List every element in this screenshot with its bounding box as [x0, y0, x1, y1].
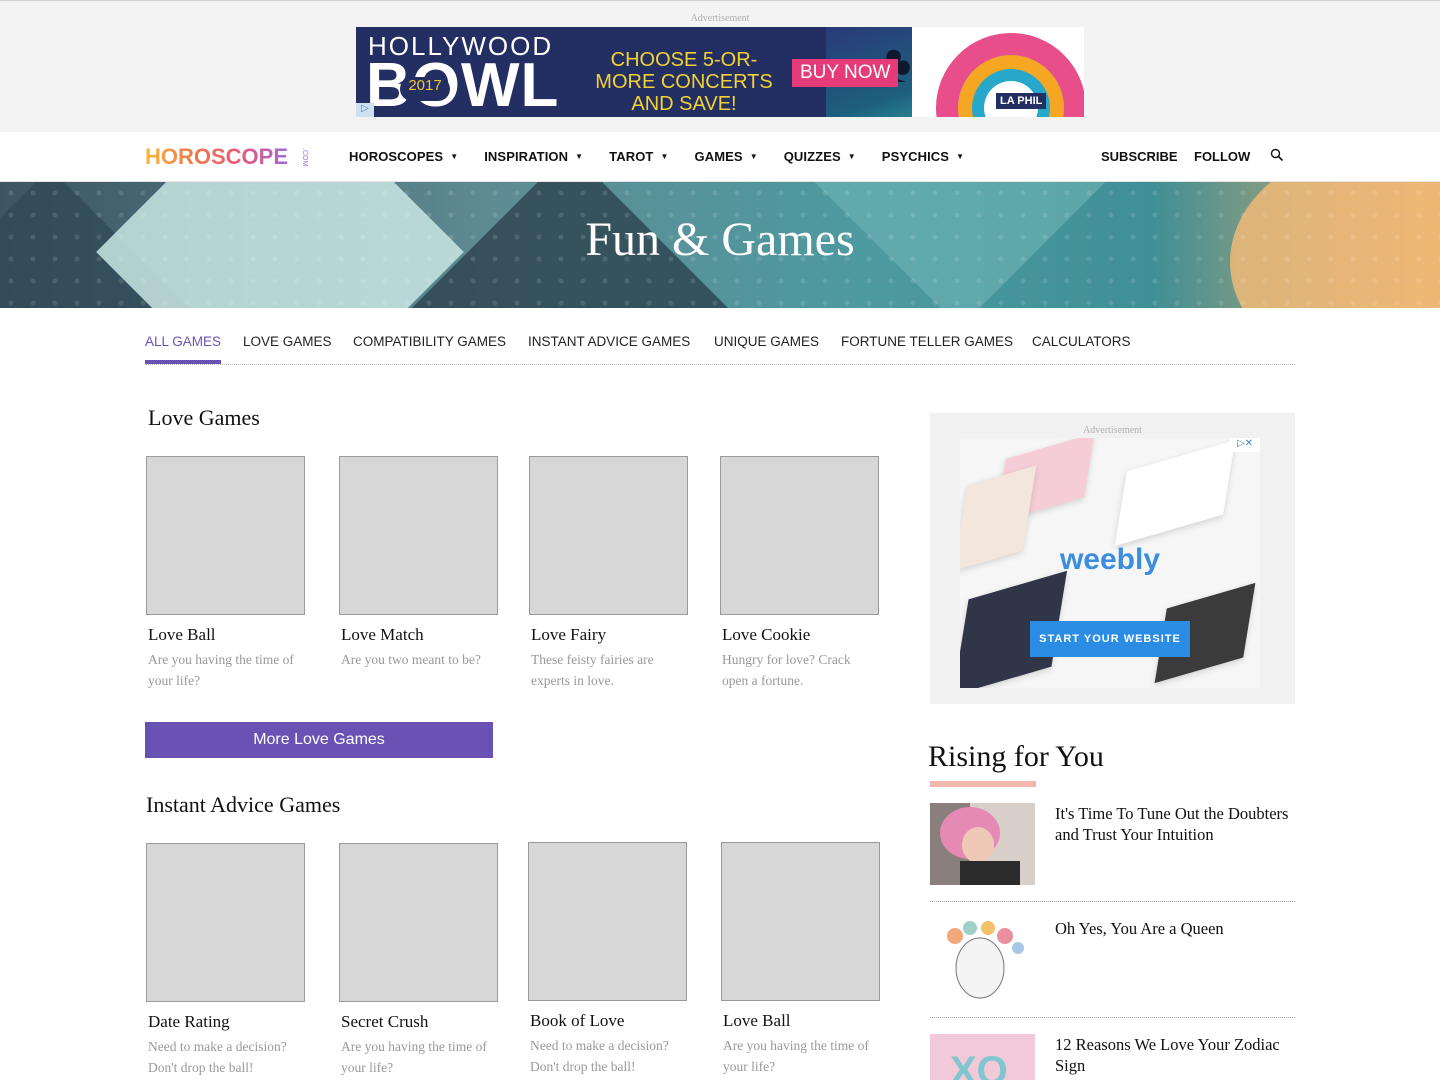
banner-line2: BOWL — [366, 51, 560, 117]
game-description: Are you having the time of your life? — [341, 1039, 487, 1075]
site-logo[interactable]: HOROSCOPE — [145, 144, 288, 170]
game-card-love-ball-2[interactable]: Love Ball Are you having the time of you… — [721, 842, 883, 1077]
caret-down-icon: ▼ — [749, 152, 758, 161]
nav-item-horoscopes[interactable]: HOROSCOPES ▼ — [349, 149, 458, 164]
more-love-games-button[interactable]: More Love Games — [145, 722, 493, 758]
game-thumbnail[interactable] — [339, 843, 498, 1002]
active-tab-indicator — [145, 360, 221, 364]
section-title-love-games: Love Games — [148, 405, 260, 430]
game-description: Hungry for love? Crack open a fortune. — [722, 652, 851, 688]
caret-down-icon: ▼ — [660, 152, 669, 161]
tab-love-games[interactable]: LOVE GAMES — [243, 334, 332, 349]
nav-menu: HOROSCOPES ▼ INSPIRATION ▼ TAROT ▼ GAMES ▼ Q… — [349, 149, 990, 164]
nav-item-quizzes[interactable]: QUIZZES ▼ — [784, 149, 856, 164]
game-card-love-fairy[interactable]: Love Fairy These feisty fairies are expe… — [529, 456, 691, 691]
game-thumbnail[interactable] — [146, 843, 305, 1002]
game-thumbnail[interactable] — [720, 456, 879, 615]
tab-fortune-teller-games[interactable]: FORTUNE TELLER GAMES — [841, 334, 1013, 349]
game-title[interactable]: Date Rating — [146, 1012, 308, 1032]
game-thumbnail[interactable] — [529, 456, 688, 615]
game-description: Are you having the time of your life? — [148, 652, 294, 688]
weebly-ad-creative[interactable]: weebly START YOUR WEBSITE ▷✕ — [960, 438, 1260, 688]
game-card-love-match[interactable]: Love Match Are you two meant to be? — [339, 456, 501, 670]
article-title[interactable]: Oh Yes, You Are a Queen — [1055, 918, 1295, 939]
nav-item-inspiration[interactable]: INSPIRATION ▼ — [484, 149, 583, 164]
caret-down-icon: ▼ — [450, 152, 459, 161]
game-title[interactable]: Love Fairy — [529, 625, 691, 645]
article-thumbnail[interactable] — [930, 918, 1035, 1000]
game-title[interactable]: Love Ball — [721, 1011, 883, 1031]
tab-instant-advice-games[interactable]: INSTANT ADVICE GAMES — [528, 334, 690, 349]
nav-item-label: TAROT — [609, 149, 654, 164]
tab-all-games[interactable]: ALL GAMES — [145, 334, 221, 349]
nav-item-label: HOROSCOPES — [349, 149, 444, 164]
side-ad: Advertisement weebly START YOUR WEBSITE … — [930, 413, 1295, 704]
divider — [930, 901, 1295, 902]
game-description: Need to make a decision? Don't drop the … — [530, 1038, 669, 1074]
search-icon[interactable] — [1270, 148, 1284, 162]
follow-link[interactable]: FOLLOW — [1194, 149, 1250, 164]
adchoices-icon[interactable]: ▷ — [356, 103, 374, 117]
game-card-love-cookie[interactable]: Love Cookie Hungry for love? Crack open … — [720, 456, 882, 691]
ad-label: Advertisement — [1083, 425, 1142, 436]
divider — [930, 1017, 1295, 1018]
article-thumbnail[interactable]: XO — [930, 1034, 1035, 1080]
article-title[interactable]: 12 Reasons We Love Your Zodiac Sign — [1055, 1034, 1295, 1076]
hero-banner: Fun & Games — [0, 182, 1440, 308]
start-your-website-button[interactable]: START YOUR WEBSITE — [1030, 621, 1190, 657]
rising-title-underline — [930, 781, 1036, 787]
game-title[interactable]: Love Cookie — [720, 625, 882, 645]
game-title[interactable]: Love Ball — [146, 625, 308, 645]
article-title[interactable]: It's Time To Tune Out the Doubters and T… — [1055, 803, 1295, 845]
game-card-date-rating[interactable]: Date Rating Need to make a decision? Don… — [146, 843, 308, 1078]
tab-compatibility-games[interactable]: COMPATIBILITY GAMES — [353, 334, 506, 349]
article-thumbnail[interactable] — [930, 803, 1035, 885]
game-thumbnail[interactable] — [721, 842, 880, 1001]
nav-item-label: INSPIRATION — [484, 149, 569, 164]
main-nav: HOROSCOPE .COM HOROSCOPES ▼ INSPIRATION ▼ … — [0, 132, 1440, 182]
nav-item-tarot[interactable]: TAROT ▼ — [609, 149, 668, 164]
top-ad-strip: Advertisement ♣ HOLLYWOOD BOWL 2017 CHOO… — [0, 0, 1440, 132]
tab-calculators[interactable]: CALCULATORS — [1032, 334, 1131, 349]
game-card-book-of-love[interactable]: Book of Love Need to make a decision? Do… — [528, 842, 690, 1077]
caret-down-icon: ▼ — [847, 152, 856, 161]
page-title: Fun & Games — [585, 213, 855, 266]
subscribe-link[interactable]: SUBSCRIBE — [1101, 149, 1178, 164]
game-description: These feisty fairies are experts in love… — [531, 652, 654, 688]
category-tabs: ALL GAMES LOVE GAMES COMPATIBILITY GAMES… — [145, 332, 1295, 365]
tab-unique-games[interactable]: UNIQUE GAMES — [714, 334, 819, 349]
caret-down-icon: ▼ — [956, 152, 965, 161]
game-card-secret-crush[interactable]: Secret Crush Are you having the time of … — [339, 843, 501, 1078]
la-phil-logo: LA PHIL — [996, 93, 1047, 109]
game-title[interactable]: Love Match — [339, 625, 501, 645]
ad-close-icon[interactable]: ▷✕ — [1230, 438, 1260, 452]
hollywood-bowl-banner[interactable]: ♣ HOLLYWOOD BOWL 2017 CHOOSE 5-OR-MORE C… — [356, 27, 1084, 117]
game-title[interactable]: Book of Love — [528, 1011, 690, 1031]
logo-suffix: .COM — [301, 148, 308, 167]
game-title[interactable]: Secret Crush — [339, 1012, 501, 1032]
game-thumbnail[interactable] — [146, 456, 305, 615]
weebly-logo: weebly — [1059, 543, 1161, 576]
banner-year: 2017 — [400, 77, 450, 101]
game-card-love-ball[interactable]: Love Ball Are you having the time of you… — [146, 456, 308, 691]
nav-item-psychics[interactable]: PSYCHICS ▼ — [882, 149, 964, 164]
nav-item-label: GAMES — [694, 149, 743, 164]
nav-item-label: PSYCHICS — [881, 149, 950, 164]
buy-now-button[interactable]: BUY NOW — [792, 59, 899, 87]
game-description: Need to make a decision? Don't drop the … — [148, 1039, 287, 1075]
svg-text:XO: XO — [950, 1049, 1008, 1080]
ad-label: Advertisement — [690, 13, 750, 24]
banner-offer: CHOOSE 5-OR-MORE CONCERTS AND SAVE! — [595, 49, 773, 115]
game-description: Are you two meant to be? — [341, 652, 481, 667]
game-thumbnail[interactable] — [339, 456, 498, 615]
game-thumbnail[interactable] — [528, 842, 687, 1001]
game-description: Are you having the time of your life? — [723, 1038, 869, 1074]
nav-item-label: QUIZZES — [783, 149, 841, 164]
rising-for-you-title: Rising for You — [928, 740, 1104, 773]
section-title-instant-advice-games: Instant Advice Games — [146, 792, 341, 817]
nav-item-games[interactable]: GAMES ▼ — [695, 149, 758, 164]
caret-down-icon: ▼ — [575, 152, 584, 161]
